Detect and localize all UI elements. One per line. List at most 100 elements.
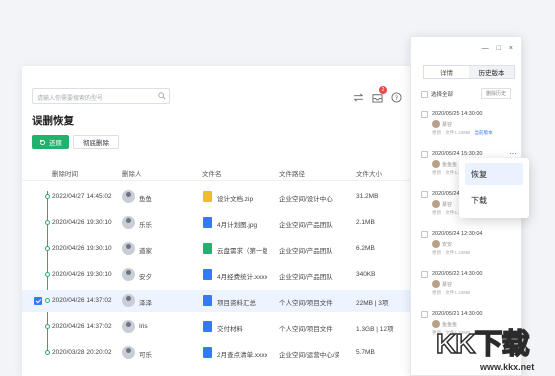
version-checkbox[interactable] (421, 311, 428, 318)
avatar (122, 346, 135, 359)
version-checkbox[interactable] (421, 191, 428, 198)
row-delete-time: 2020/03/28 20:20:02 (52, 349, 112, 356)
watermark-logo: KK下载 (435, 327, 530, 360)
column-header-delete-time[interactable]: 删除时间 (52, 168, 78, 178)
transfer-icon[interactable] (353, 90, 364, 102)
version-desc: 更新 · 文件1.33MB 当前版本 (432, 130, 493, 136)
row-filename: 4月计划图.jpg (217, 222, 258, 229)
row-checkbox[interactable] (34, 297, 42, 305)
row-deleter: 可乐 (139, 352, 152, 359)
restore-label: 还原 (49, 140, 62, 147)
version-time: 2020/05/25 14:30:00 (432, 111, 483, 117)
table-row[interactable]: 2020/04/26 14:37:02 泽泽 项目资料汇总 个人空间/项目文件 22MB… (22, 290, 414, 312)
row-filesize: 31.2MB (356, 193, 379, 200)
restore-button[interactable]: 还原 (32, 135, 69, 149)
avatar (432, 280, 440, 288)
row-filepath: 个人空间/项目文件 (279, 326, 333, 333)
close-icon[interactable]: × (509, 45, 513, 52)
search-icon[interactable] (158, 92, 166, 100)
avatar (122, 294, 135, 307)
restore-icon (39, 139, 46, 145)
version-desc: 更新 · 文件1.33MB (432, 290, 470, 296)
column-header-filesize[interactable]: 文件大小 (356, 168, 382, 178)
version-checkbox[interactable] (421, 111, 428, 118)
version-author: 慕容 (442, 122, 453, 128)
row-deleter: 乐乐 (139, 222, 152, 229)
inbox-icon[interactable]: 2 (372, 86, 387, 103)
search-input[interactable]: 请输入你需要搜索的型号 (32, 88, 170, 104)
table-row[interactable]: 2020/04/26 19:30:10 道家 云盘需求（第一版） 企业空间/产品团队 6… (22, 238, 414, 260)
row-delete-time: 2020/04/26 14:37:02 (52, 297, 112, 304)
column-header-deleter[interactable]: 删除人 (122, 168, 142, 178)
recovery-card: 请输入你需要搜索的型号 2 ? 误删恢复 还原 彻底删除 删除时间 删除人 文件… (22, 66, 414, 376)
version-author: 慕容 (442, 202, 453, 208)
column-header-filepath[interactable]: 文件路径 (279, 168, 305, 178)
menu-item-restore[interactable]: 恢复 (465, 163, 523, 185)
row-deleter: 鱼鱼 (139, 196, 152, 203)
version-desc-text: 更新 · 文件1.33MB (432, 290, 471, 295)
row-deleter: Iris (139, 323, 148, 330)
row-filepath: 企业空间/设计中心 (279, 196, 333, 203)
menu-item-download[interactable]: 下载 (465, 189, 523, 211)
select-all-checkbox[interactable] (421, 90, 428, 98)
more-icon[interactable]: ··· (509, 149, 517, 158)
version-checkbox[interactable] (421, 231, 428, 238)
timeline-dot (45, 194, 50, 199)
version-item[interactable]: 2020/05/25 14:30:00 慕容更新 · 文件1.33MB 当前版本 (421, 109, 517, 149)
version-desc-text: 更新 · 文件1.33MB (432, 130, 471, 135)
row-filename: 设计文档.zip (217, 196, 254, 203)
permanent-delete-button[interactable]: 彻底删除 (73, 135, 119, 149)
window-controls: — □ × (482, 45, 513, 52)
version-item[interactable]: 2020/05/24 12:30:04 安安 更新 · 文件1.33MB (421, 229, 517, 269)
row-filepath: 企业空间/产品团队 (279, 222, 333, 229)
table-row[interactable]: 2020/04/26 14:37:02 Iris 交付材料 个人空间/项目文件 1.3G… (22, 316, 414, 338)
select-all[interactable]: 选择全部 (421, 90, 453, 98)
watermark-url: www.kkx.net (480, 362, 535, 372)
timeline-dot (45, 298, 50, 303)
table-row[interactable]: 2022/04/27 14:45:02 鱼鱼 设计文档.zip 企业空间/设计中心 31… (22, 186, 414, 208)
table-row[interactable]: 2020/04/26 19:30:10 安夕 4月经费统计.xxxx 企业空间/产品团… (22, 264, 414, 286)
column-header-filename[interactable]: 文件名 (202, 168, 222, 178)
row-delete-time: 2022/04/27 14:45:02 (52, 193, 112, 200)
version-author: 慕容 (442, 282, 453, 288)
file-icon (203, 295, 212, 306)
row-filesize: 5.7MB (356, 349, 375, 356)
row-filename: 云盘需求（第一版） (217, 248, 267, 255)
table-row[interactable]: 2020/03/28 20:20:02 可乐 2月查点清单.xxxx 企业空间/运营中… (22, 342, 414, 364)
select-all-label: 选择全部 (431, 92, 454, 98)
tab-history[interactable]: 历史版本 (469, 66, 514, 78)
avatar (432, 160, 440, 168)
maximize-icon[interactable]: □ (497, 45, 501, 52)
version-time: 2020/05/22 14:30:00 (432, 271, 483, 277)
row-delete-time: 2020/04/26 19:30:10 (52, 219, 112, 226)
row-filepath: 企业空间/产品团队 (279, 274, 333, 281)
version-item[interactable]: 2020/05/22 14:30:00 慕容更新 · 文件1.33MB (421, 269, 517, 309)
table-row[interactable]: 2020/04/26 19:30:10 乐乐 4月计划图.jpg 企业空间/产品团队 2… (22, 212, 414, 234)
tab-details[interactable]: 详情 (424, 66, 469, 78)
version-checkbox[interactable] (421, 151, 428, 158)
row-delete-time: 2020/04/26 19:30:10 (52, 271, 112, 278)
current-version-link[interactable]: 当前版本 (474, 130, 492, 135)
row-filename: 项目资料汇总 (217, 300, 256, 307)
row-filesize: 6.2MB (356, 245, 375, 252)
timeline-dot (45, 272, 50, 277)
file-icon (203, 191, 212, 202)
row-filename: 4月经费统计.xxxx (217, 274, 267, 281)
file-icon (203, 217, 212, 228)
watermark: KK下载 www.kkx.net (432, 316, 554, 376)
table-header: 删除时间 删除人 文件名 文件路径 文件大小 (22, 163, 414, 181)
row-filename: 2月查点清单.xxxx (217, 352, 267, 359)
row-deleter: 泽泽 (139, 300, 152, 307)
notification-badge: 2 (379, 86, 387, 94)
delete-history-button[interactable]: 删除历史 (481, 88, 511, 99)
timeline-dot (45, 324, 50, 329)
row-filepath: 企业空间/产品团队 (279, 248, 333, 255)
help-icon[interactable]: ? (391, 90, 402, 103)
avatar (122, 190, 135, 203)
version-checkbox[interactable] (421, 271, 428, 278)
row-deleter: 安夕 (139, 274, 152, 281)
context-menu: 恢复 下载 (459, 158, 529, 218)
header-actions: 2 ? (353, 86, 402, 103)
row-filename: 交付材料 (217, 326, 243, 333)
minimize-icon[interactable]: — (482, 45, 489, 52)
